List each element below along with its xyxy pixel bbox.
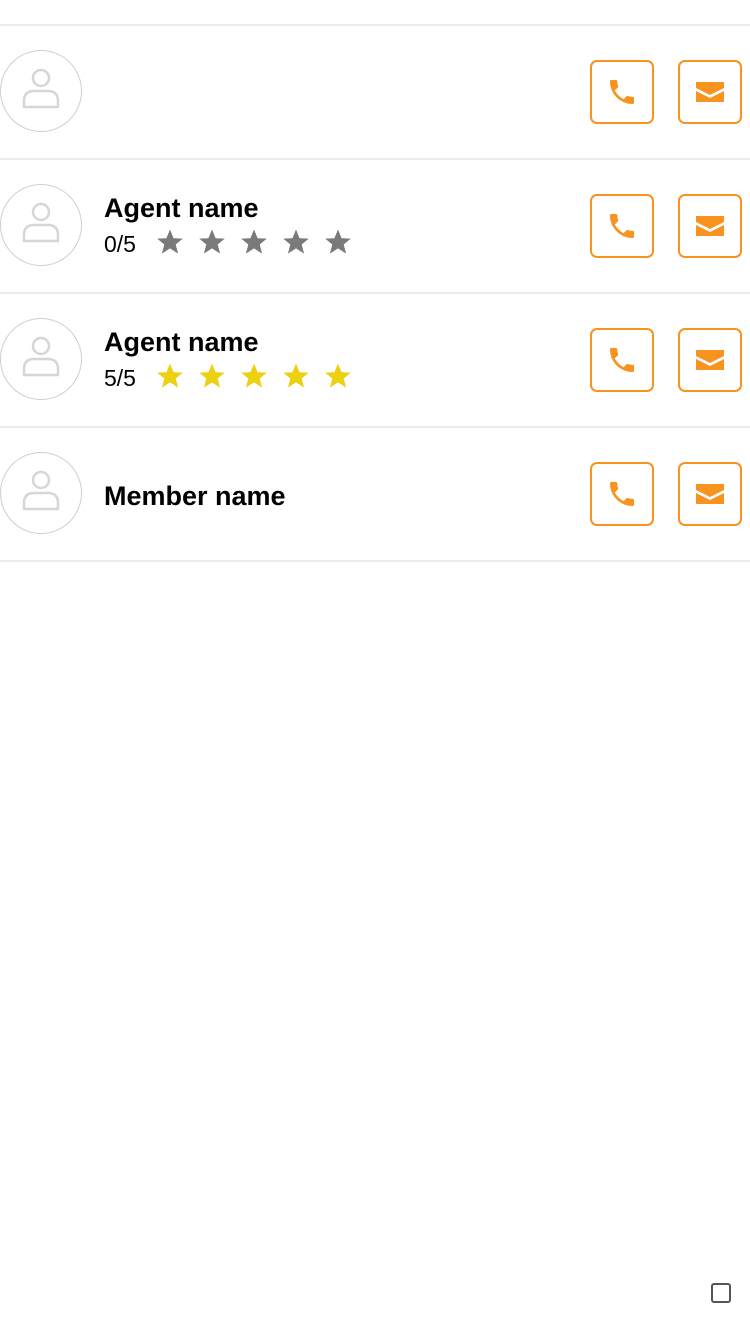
contact-name: Agent name xyxy=(104,193,259,223)
avatar xyxy=(0,318,82,400)
phone-icon xyxy=(606,210,638,242)
contact-list: Agent name 0/5 Agent name 5/5 Member nam… xyxy=(0,26,750,562)
envelope-icon xyxy=(694,214,726,238)
envelope-icon xyxy=(694,348,726,372)
rating: 0/5 xyxy=(104,229,366,259)
square-icon[interactable] xyxy=(711,1283,731,1303)
person-icon xyxy=(21,67,61,116)
email-button[interactable] xyxy=(678,328,742,392)
email-button[interactable] xyxy=(678,462,742,526)
star-filled-icon xyxy=(156,362,184,390)
contact-row[interactable]: Member name xyxy=(0,428,750,562)
rating: 5/5 xyxy=(104,363,366,393)
call-button[interactable] xyxy=(590,60,654,124)
phone-icon xyxy=(606,344,638,376)
star-filled-icon xyxy=(198,362,226,390)
contact-row[interactable]: Agent name 5/5 xyxy=(0,294,750,428)
phone-icon xyxy=(606,76,638,108)
avatar xyxy=(0,50,82,132)
star-empty-icon xyxy=(282,228,310,256)
phone-icon xyxy=(606,478,638,510)
person-icon xyxy=(21,201,61,250)
star-filled-icon xyxy=(240,362,268,390)
avatar xyxy=(0,184,82,266)
star-empty-icon xyxy=(156,228,184,256)
email-button[interactable] xyxy=(678,194,742,258)
contact-name: Member name xyxy=(104,481,286,511)
call-button[interactable] xyxy=(590,328,654,392)
star-rating xyxy=(156,228,366,261)
contact-name: Agent name xyxy=(104,327,259,357)
envelope-icon xyxy=(694,80,726,104)
call-button[interactable] xyxy=(590,462,654,526)
contact-row[interactable]: Agent name 0/5 xyxy=(0,160,750,294)
rating-score: 0/5 xyxy=(104,231,136,257)
person-icon xyxy=(21,335,61,384)
star-empty-icon xyxy=(240,228,268,256)
envelope-icon xyxy=(694,482,726,506)
star-empty-icon xyxy=(198,228,226,256)
person-icon xyxy=(21,469,61,518)
star-rating xyxy=(156,362,366,395)
contact-row[interactable] xyxy=(0,26,750,160)
avatar xyxy=(0,452,82,534)
star-empty-icon xyxy=(324,228,352,256)
star-filled-icon xyxy=(282,362,310,390)
star-filled-icon xyxy=(324,362,352,390)
email-button[interactable] xyxy=(678,60,742,124)
rating-score: 5/5 xyxy=(104,365,136,391)
call-button[interactable] xyxy=(590,194,654,258)
